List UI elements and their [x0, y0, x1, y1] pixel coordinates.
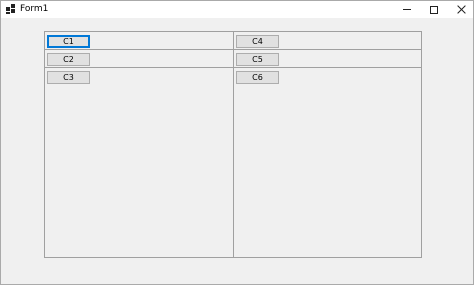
form-window: Form1 C1 C2 C3 C4 C5 C6: [0, 0, 474, 285]
c2-button[interactable]: C2: [47, 53, 90, 66]
maximize-icon: [430, 5, 438, 14]
minimize-icon: [403, 9, 411, 10]
c6-button[interactable]: C6: [236, 71, 279, 84]
row-divider-2: [45, 67, 421, 68]
row-divider-1: [45, 49, 421, 50]
close-icon: [457, 5, 466, 14]
window-title: Form1: [20, 4, 49, 14]
c1-button[interactable]: C1: [47, 35, 90, 48]
title-bar[interactable]: Form1: [1, 1, 473, 18]
c5-button[interactable]: C5: [236, 53, 279, 66]
close-button[interactable]: [447, 1, 474, 18]
c4-button[interactable]: C4: [236, 35, 279, 48]
form-app-icon: [6, 4, 16, 14]
column-divider: [233, 32, 234, 257]
maximize-button[interactable]: [420, 1, 448, 18]
table-layout-panel: C1 C2 C3 C4 C5 C6: [44, 31, 422, 258]
c3-button[interactable]: C3: [47, 71, 90, 84]
minimize-button[interactable]: [393, 1, 421, 18]
